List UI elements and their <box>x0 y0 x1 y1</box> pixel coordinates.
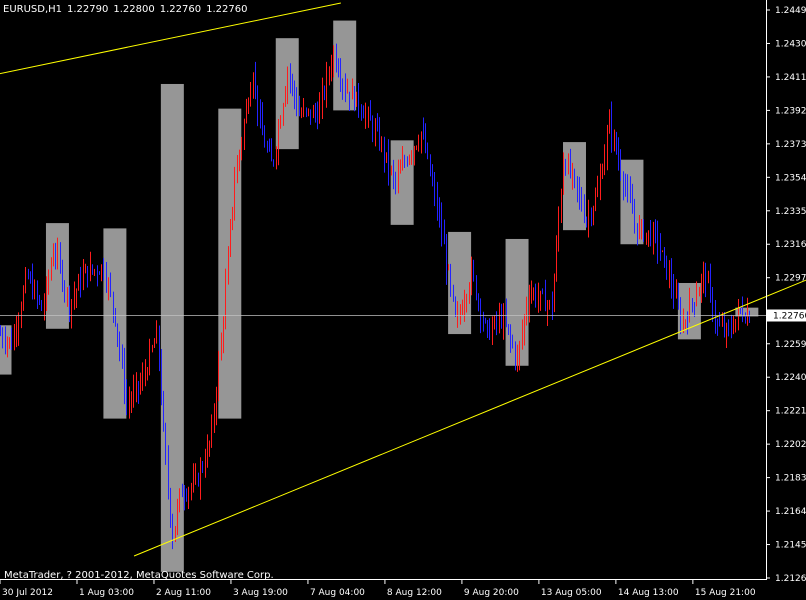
price-tick-label-5: 1.23540 <box>775 173 806 183</box>
price-tick-label-10: 1.22405 <box>775 373 806 383</box>
price-tick-label-2: 1.24110 <box>775 73 806 83</box>
price-tick-label-11: 1.22215 <box>775 407 806 417</box>
copyright-text: MetaTrader, ? 2001-2012, MetaQuotes Soft… <box>4 570 274 581</box>
time-tick-label-6: 9 Aug 20:00 <box>464 588 519 598</box>
symbol-label: EURUSD,H1 <box>3 4 63 15</box>
open-value: 1.22790 <box>67 4 109 15</box>
time-tick-label-5: 8 Aug 12:00 <box>387 588 442 598</box>
price-tick-label-1: 1.24300 <box>775 39 806 49</box>
time-tick-label-3: 3 Aug 19:00 <box>233 588 288 598</box>
time-tick-label-9: 15 Aug 21:00 <box>695 588 756 598</box>
price-tick-label-3: 1.23920 <box>775 106 806 116</box>
price-tick-label-15: 1.21455 <box>775 541 806 551</box>
time-tick-label-0: 30 Jul 2012 <box>2 588 53 598</box>
time-tick-label-8: 14 Aug 13:00 <box>618 588 679 598</box>
price-chart[interactable]: 1.24490 1.24300 1.24110 1.23920 1.23730 1.235… <box>0 0 806 600</box>
current-price-text: 1.22760 <box>773 312 806 322</box>
low-value: 1.22760 <box>159 4 202 15</box>
price-tick-label-14: 1.21645 <box>775 507 806 517</box>
price-tick-label-12: 1.22025 <box>775 440 806 450</box>
price-tick-label-0: 1.24490 <box>775 6 806 16</box>
time-tick-label-7: 13 Aug 05:00 <box>541 588 602 598</box>
price-tick-label-9: 1.22595 <box>775 340 806 350</box>
time-tick-label-4: 7 Aug 04:00 <box>310 588 365 598</box>
price-tick-label-13: 1.21835 <box>775 474 806 484</box>
price-tick-label-6: 1.23350 <box>775 207 806 217</box>
price-tick-label-8: 1.22970 <box>775 274 806 284</box>
current-price-label: 1.22760 <box>767 309 806 322</box>
time-tick-label-1: 1 Aug 03:00 <box>79 588 134 598</box>
session-box-8 <box>448 231 472 335</box>
time-tick-label-2: 2 Aug 11:00 <box>156 588 211 598</box>
session-box-2 <box>103 228 127 419</box>
session-box-3 <box>160 83 184 572</box>
price-tick-label-4: 1.23730 <box>775 140 806 150</box>
chart-header: EURUSD,H1 1.22790 1.22800 1.22760 1.22760 <box>3 4 252 15</box>
price-tick-label-7: 1.23160 <box>775 240 806 250</box>
high-value: 1.22800 <box>113 4 155 15</box>
price-tick-label-16: 1.21265 <box>775 574 806 584</box>
close-value: 1.22760 <box>206 4 248 15</box>
